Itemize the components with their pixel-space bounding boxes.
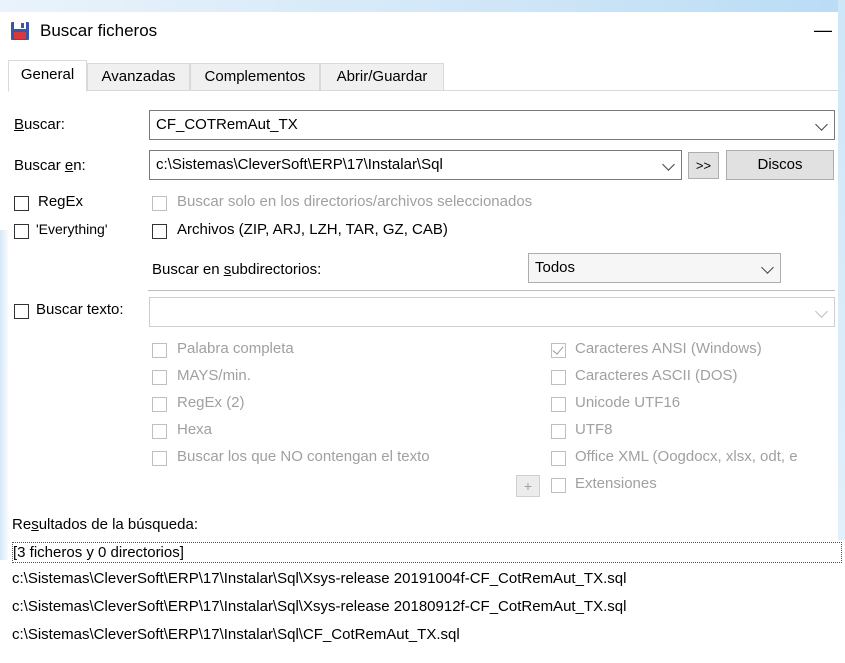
text-search-combo[interactable]	[149, 297, 835, 327]
extensions-label: Extensiones	[575, 475, 657, 492]
only-selected-label: Buscar solo en los directorios/archivos …	[177, 193, 533, 210]
hex-checkbox[interactable]	[152, 424, 167, 439]
case-sensitive-checkbox[interactable]	[152, 370, 167, 385]
drives-button[interactable]: Discos	[726, 150, 834, 180]
archives-checkbox[interactable]	[152, 224, 167, 239]
office-xml-checkbox[interactable]	[551, 451, 566, 466]
tab-general[interactable]: General	[8, 60, 87, 92]
search-in-label: Buscar en:	[14, 157, 86, 174]
search-combo[interactable]: CF_COTRemAut_TX	[149, 110, 835, 140]
chevron-down-icon[interactable]	[760, 254, 774, 282]
not-containing-checkbox[interactable]	[152, 451, 167, 466]
utf16-label: Unicode UTF16	[575, 394, 681, 411]
result-row[interactable]: c:\Sistemas\CleverSoft\ERP\17\Instalar\S…	[12, 626, 460, 643]
subdirs-select[interactable]: Todos	[528, 253, 781, 283]
utf16-checkbox[interactable]	[551, 397, 566, 412]
ascii-checkbox[interactable]	[551, 370, 566, 385]
whole-word-checkbox[interactable]	[152, 343, 167, 358]
everything-checkbox[interactable]	[14, 224, 29, 239]
results-summary-row[interactable]: [3 ficheros y 0 directorios]	[12, 542, 842, 563]
office-xml-label: Office XML (Oogdocx, xlsx, odt, e	[575, 448, 798, 465]
only-selected-checkbox[interactable]	[152, 196, 167, 211]
hex-label: Hexa	[177, 421, 213, 438]
save-disk-icon	[10, 21, 30, 41]
whole-word-label: Palabra completa	[177, 340, 294, 357]
search-label: Buscar:	[14, 116, 65, 133]
more-button[interactable]: >>	[688, 152, 719, 179]
results-label: Resultados de la búsqueda:	[12, 516, 198, 533]
search-in-combo[interactable]: c:\Sistemas\CleverSoft\ERP\17\Instalar\S…	[149, 150, 682, 180]
utf8-label: UTF8	[575, 421, 613, 438]
chevron-down-icon[interactable]	[661, 151, 675, 179]
separator	[148, 290, 835, 291]
regex2-checkbox[interactable]	[152, 397, 167, 412]
ascii-label: Caracteres ASCII (DOS)	[575, 367, 738, 384]
text-search-checkbox[interactable]	[14, 304, 29, 319]
tab-avanzadas[interactable]: Avanzadas	[87, 63, 190, 91]
extensions-checkbox[interactable]	[551, 478, 566, 493]
case-sensitive-label: MAYS/min.	[177, 367, 251, 384]
subdirs-label: Buscar en subdirectorios:	[152, 261, 322, 278]
archives-label: Archivos (ZIP, ARJ, LZH, TAR, GZ, CAB)	[177, 221, 448, 238]
search-value: CF_COTRemAut_TX	[156, 116, 298, 133]
regex-label: RegEx	[38, 193, 84, 210]
background-top	[0, 0, 845, 12]
minimize-button[interactable]: —	[812, 19, 834, 41]
chevron-down-icon[interactable]	[814, 298, 828, 326]
ansi-checkbox[interactable]	[551, 343, 566, 358]
window-title: Buscar ficheros	[40, 21, 158, 40]
tab-abrir-guardar[interactable]: Abrir/Guardar	[320, 63, 444, 91]
subdirs-value: Todos	[535, 259, 576, 276]
tab-complementos[interactable]: Complementos	[190, 63, 320, 91]
regex-checkbox[interactable]	[14, 196, 29, 211]
utf8-checkbox[interactable]	[551, 424, 566, 439]
everything-label: 'Everything'	[36, 221, 108, 237]
results-list[interactable]: [3 ficheros y 0 directorios] c:\Sistemas…	[8, 540, 845, 663]
chevron-down-icon[interactable]	[814, 111, 828, 139]
add-extension-button[interactable]: +	[516, 475, 540, 497]
search-in-value: c:\Sistemas\CleverSoft\ERP\17\Instalar\S…	[156, 156, 443, 173]
ansi-label: Caracteres ANSI (Windows)	[575, 340, 762, 357]
text-search-label: Buscar texto:	[36, 301, 124, 318]
not-containing-label: Buscar los que NO contengan el texto	[177, 448, 430, 465]
result-row[interactable]: c:\Sistemas\CleverSoft\ERP\17\Instalar\S…	[12, 570, 626, 587]
result-row[interactable]: c:\Sistemas\CleverSoft\ERP\17\Instalar\S…	[12, 598, 626, 615]
regex2-label: RegEx (2)	[177, 394, 245, 411]
